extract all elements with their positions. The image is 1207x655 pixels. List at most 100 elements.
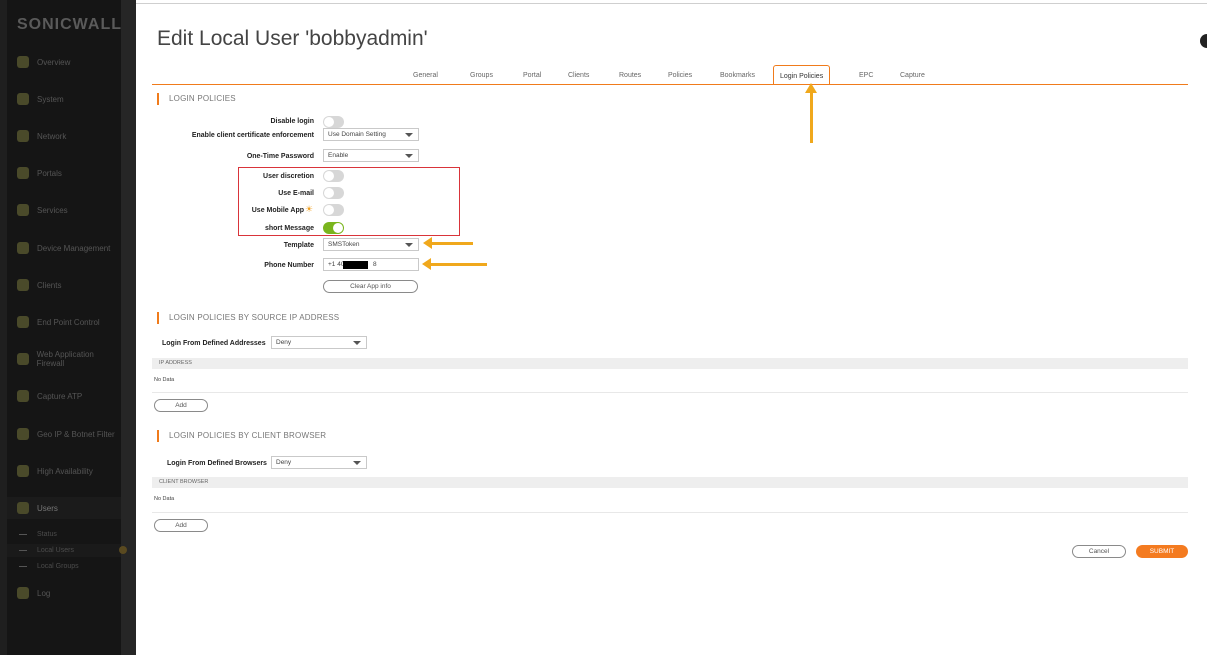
system-icon — [17, 93, 29, 105]
otp-value: Enable — [328, 152, 349, 159]
cert-enforcement-label: Enable client certificate enforcement — [191, 132, 314, 139]
annotation-arrow-left — [422, 258, 487, 270]
tab-underline — [152, 84, 1188, 85]
tab-routes[interactable]: Routes — [619, 72, 641, 79]
phone-number-suffix: 8 — [373, 261, 377, 268]
sidebar-item-label: Users — [37, 503, 58, 513]
services-icon — [17, 204, 29, 216]
sidebar-item-label: Log — [37, 588, 51, 598]
login-policies-header: LOGIN POLICIES — [157, 93, 236, 105]
sidebar-item-network[interactable]: Network — [7, 125, 121, 147]
sidebar-item-portals[interactable]: Portals — [7, 162, 121, 184]
sidebar-sub-local-users[interactable]: Local Users — [7, 544, 121, 557]
sonicwall-logo: SONICWALL — [17, 16, 122, 33]
annotation-arrow-left — [423, 237, 473, 249]
sidebar-item-users[interactable]: Users — [7, 497, 121, 519]
sidebar-sub-label: Local Groups — [37, 563, 79, 570]
client-browser-empty: No Data — [154, 496, 175, 502]
annotation-arrow-up — [805, 83, 817, 143]
otp-select[interactable]: Enable — [323, 149, 419, 162]
cancel-button[interactable]: Cancel — [1072, 545, 1126, 558]
sidebar-sub-label: Status — [37, 531, 57, 538]
tab-general[interactable]: General — [413, 72, 438, 79]
disable-login-toggle[interactable] — [323, 116, 344, 128]
divider — [152, 392, 1188, 393]
clients-icon — [17, 279, 29, 291]
otp-label: One-Time Password — [246, 153, 314, 160]
web-application-firewall-icon — [17, 353, 29, 365]
phone-number-field[interactable]: +1 40 8 — [323, 258, 419, 271]
client-browser-header: LOGIN POLICIES BY CLIENT BROWSER — [157, 430, 326, 442]
current-page-indicator — [119, 546, 127, 554]
phone-number-prefix: +1 40 — [328, 261, 345, 268]
sidebar-item-web-application-firewall[interactable]: Web Application Firewall — [7, 348, 121, 370]
annotation-box — [238, 167, 460, 236]
chevron-down-icon — [353, 461, 361, 465]
tab-policies[interactable]: Policies — [668, 72, 692, 79]
tab-epc[interactable]: EPC — [859, 72, 873, 79]
top-border — [136, 3, 1207, 4]
ip-address-column-header: IP ADDRESS — [152, 358, 1188, 369]
log-icon — [17, 587, 29, 599]
add-client-browser-button[interactable]: Add — [154, 519, 208, 532]
portals-icon — [17, 167, 29, 179]
device-management-icon — [17, 242, 29, 254]
login-from-browsers-label: Login From Defined Browsers — [167, 460, 267, 467]
redaction-bar — [343, 261, 368, 269]
tab-groups[interactable]: Groups — [470, 72, 493, 79]
chevron-down-icon — [405, 154, 413, 158]
page-title: Edit Local User 'bobbyadmin' — [157, 27, 428, 50]
submit-button[interactable]: SUBMIT — [1136, 545, 1188, 558]
cert-enforcement-value: Use Domain Setting — [328, 131, 386, 138]
source-ip-header: LOGIN POLICIES BY SOURCE IP ADDRESS — [157, 312, 339, 324]
sidebar-item-geo-ip[interactable]: Geo IP & Botnet Filter — [7, 423, 121, 445]
sidebar-item-system[interactable]: System — [7, 88, 121, 110]
geo-ip-icon — [17, 428, 29, 440]
sidebar-item-device-management[interactable]: Device Management — [7, 237, 121, 259]
client-browser-column-header: CLIENT BROWSER — [152, 477, 1188, 488]
sidebar-item-overview[interactable]: Overview — [7, 51, 121, 73]
sidebar-edge — [121, 0, 136, 655]
tab-clients[interactable]: Clients — [568, 72, 589, 79]
add-ip-address-button[interactable]: Add — [154, 399, 208, 412]
users-icon — [17, 502, 29, 514]
sidebar-item-label: Capture ATP — [37, 391, 83, 401]
sidebar-sub-label: Local Users — [37, 547, 74, 554]
tab-login-policies[interactable]: Login Policies — [773, 65, 831, 85]
sidebar-item-services[interactable]: Services — [7, 199, 121, 221]
sidebar-item-high-availability[interactable]: High Availability — [7, 460, 121, 482]
sidebar-item-clients[interactable]: Clients — [7, 274, 121, 296]
ip-address-empty: No Data — [154, 377, 175, 383]
tab-bookmarks[interactable]: Bookmarks — [720, 72, 755, 79]
tab-bar: General Groups Portal Clients Routes Pol… — [136, 65, 1188, 85]
sidebar-item-label: Portals — [37, 168, 62, 178]
login-from-addresses-label: Login From Defined Addresses — [162, 340, 266, 347]
sidebar-item-label: Device Management — [37, 243, 111, 253]
tab-capture[interactable]: Capture — [900, 72, 925, 79]
login-from-addresses-select[interactable]: Deny — [271, 336, 367, 349]
high-availability-icon — [17, 465, 29, 477]
sidebar-item-capture-atp[interactable]: Capture ATP — [7, 385, 121, 407]
sidebar-item-label: System — [37, 94, 64, 104]
login-from-browsers-value: Deny — [276, 459, 292, 466]
sidebar-sub-local-groups[interactable]: Local Groups — [7, 560, 121, 573]
disable-login-label: Disable login — [270, 118, 314, 125]
login-from-addresses-value: Deny — [276, 339, 292, 346]
sidebar-item-label: Web Application Firewall — [36, 350, 94, 368]
end-point-control-icon — [17, 316, 29, 328]
clear-app-info-button[interactable]: Clear App info — [323, 280, 418, 293]
tab-portal[interactable]: Portal — [523, 72, 541, 79]
help-icon[interactable] — [1200, 34, 1207, 48]
sidebar-item-log[interactable]: Log — [7, 582, 121, 604]
login-from-browsers-select[interactable]: Deny — [271, 456, 367, 469]
divider — [152, 512, 1188, 513]
sidebar-item-label: Network — [37, 131, 67, 141]
sidebar-sub-status[interactable]: Status — [7, 528, 121, 541]
sidebar-item-end-point-control[interactable]: End Point Control — [7, 311, 121, 333]
chevron-down-icon — [405, 133, 413, 137]
network-icon — [17, 130, 29, 142]
cert-enforcement-select[interactable]: Use Domain Setting — [323, 128, 419, 141]
sidebar-item-label: High Availability — [37, 466, 93, 476]
template-select[interactable]: SMSToken — [323, 238, 419, 251]
sidebar-item-label: Overview — [37, 57, 71, 67]
